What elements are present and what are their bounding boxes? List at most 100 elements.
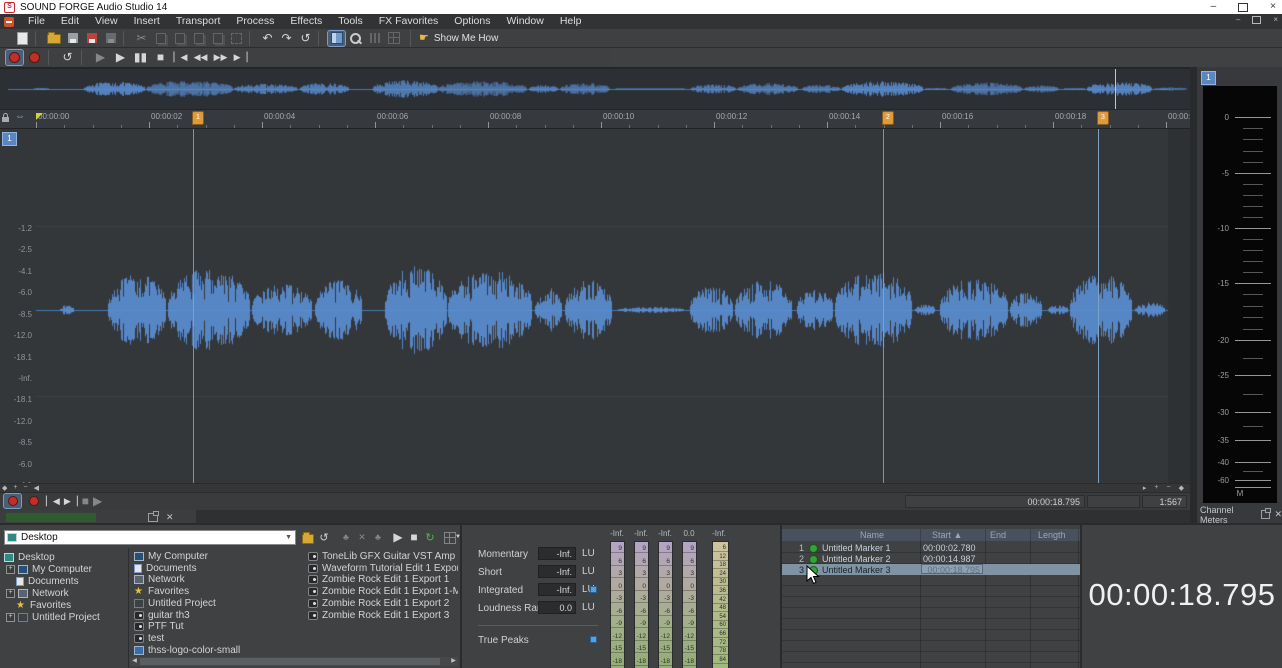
marker-line[interactable]: [193, 129, 194, 483]
tree-item-documents[interactable]: Documents: [6, 575, 79, 587]
menu-edit[interactable]: Edit: [53, 14, 87, 29]
copy-button[interactable]: [152, 31, 169, 46]
document-icon[interactable]: [4, 17, 14, 27]
menu-transport[interactable]: Transport: [168, 14, 229, 29]
tab-restore-icon[interactable]: [148, 513, 158, 522]
forward-button[interactable]: ▶▶: [212, 50, 229, 65]
play-all-button[interactable]: ▶: [92, 50, 109, 65]
zoom-out-button[interactable]: −: [1167, 484, 1171, 492]
zoom-tool-button[interactable]: [347, 31, 364, 46]
delete-button[interactable]: ✕: [354, 530, 370, 545]
loop-playback-button[interactable]: ↺: [59, 50, 76, 65]
meters-close-icon[interactable]: ✕: [1274, 509, 1282, 520]
mini-go-end-icon[interactable]: ▶▕: [64, 497, 78, 506]
mini-stop-icon[interactable]: ■: [82, 497, 89, 506]
auto-preview-button[interactable]: ↻: [422, 530, 438, 545]
menu-view[interactable]: View: [87, 14, 126, 29]
marker-start-edit[interactable]: 00:00:18.795: [921, 564, 983, 574]
folder-item-favorites[interactable]: ★Favorites: [134, 586, 189, 597]
close-button[interactable]: ×: [1270, 2, 1276, 12]
grid-button[interactable]: [385, 31, 402, 46]
marker-start[interactable]: 00:00:02.780: [923, 543, 983, 553]
selection-field[interactable]: [1087, 495, 1140, 508]
menu-options[interactable]: Options: [446, 14, 498, 29]
zoom-in-button[interactable]: +: [1154, 484, 1158, 492]
file-item-zombie-rock-edit-1-export-3[interactable]: Zombie Rock Edit 1 Export 3: [308, 610, 449, 621]
hscroll-right-icon[interactable]: ▶: [449, 657, 458, 666]
redo-button[interactable]: ↷: [278, 31, 295, 46]
expand-icon[interactable]: +: [6, 589, 15, 598]
column-header-start[interactable]: Start ▲: [932, 530, 962, 540]
marker-name[interactable]: Untitled Marker 2: [822, 554, 918, 564]
tree-item-untitled-project[interactable]: +Untitled Project: [6, 611, 100, 623]
tree-item-network[interactable]: +Network: [6, 587, 69, 599]
marker-start[interactable]: 00:00:14.987: [923, 554, 983, 564]
marker-dot-icon[interactable]: [809, 544, 818, 553]
playback-cursor-line[interactable]: [1098, 129, 1099, 483]
folder-item-test[interactable]: test: [134, 633, 164, 644]
file-item-zombie-rock-edit-1-export-1[interactable]: Zombie Rock Edit 1 Export 1: [308, 574, 449, 585]
paste-button[interactable]: [171, 31, 188, 46]
expand-icon[interactable]: +: [6, 613, 15, 622]
zoom-out-vert-button[interactable]: −: [23, 484, 27, 492]
open-button[interactable]: [45, 31, 62, 46]
mdi-restore-button[interactable]: [1252, 16, 1261, 24]
marker-flag-1[interactable]: 1: [192, 111, 204, 125]
trim-button[interactable]: [228, 31, 245, 46]
go-to-end-button[interactable]: ▶▕: [232, 50, 249, 65]
preview-play-button[interactable]: ▶: [390, 530, 406, 545]
file-item-waveform-tutorial-edit-1-export-1[interactable]: Waveform Tutorial Edit 1 Export 1: [308, 563, 458, 574]
scroll-right-button[interactable]: ▸: [1143, 484, 1147, 492]
repeat-button[interactable]: ↺: [297, 31, 314, 46]
path-combobox[interactable]: Desktop ▼: [4, 530, 296, 545]
folder-item-untitled-project[interactable]: Untitled Project: [134, 598, 216, 609]
undo-button[interactable]: ↶: [259, 31, 276, 46]
mini-go-start-icon[interactable]: ▏◀: [46, 497, 60, 506]
menu-file[interactable]: File: [20, 14, 53, 29]
save-as-button[interactable]: [83, 31, 100, 46]
menu-fx-favorites[interactable]: FX Favorites: [371, 14, 447, 29]
new-folder-button[interactable]: [300, 530, 316, 545]
show-me-how-button[interactable]: ☛ Show Me How: [410, 30, 506, 47]
mix-button[interactable]: [209, 31, 226, 46]
overview-cursor[interactable]: [1115, 69, 1116, 109]
rewind-button[interactable]: ◀◀: [192, 50, 209, 65]
tab-close-icon[interactable]: ✕: [166, 512, 174, 523]
marker-row-3[interactable]: 3Untitled Marker 300:00:18.795: [782, 564, 1080, 575]
hscroll-thumb[interactable]: [140, 658, 440, 665]
marker-line[interactable]: [883, 129, 884, 483]
file-item-tonelib-gfx-guitar-vst-amp-simulator[interactable]: ToneLib GFX Guitar VST Amp Simulator: [308, 551, 458, 562]
marker-row-1[interactable]: 1Untitled Marker 100:00:02.780: [782, 542, 1080, 553]
mini-record-button[interactable]: [25, 494, 42, 508]
scroll-left-button[interactable]: ◀: [34, 484, 39, 492]
mdi-close-button[interactable]: ×: [1273, 15, 1278, 24]
waveform-vscrollbar[interactable]: [1190, 67, 1197, 523]
tree-item-my-computer[interactable]: +My Computer: [6, 563, 92, 575]
waveform-display[interactable]: [0, 129, 1190, 483]
remove-favorite-button[interactable]: ♣: [370, 530, 386, 545]
new-file-button[interactable]: [14, 31, 31, 46]
paste-special-button[interactable]: [190, 31, 207, 46]
meters-popout-icon[interactable]: [1261, 510, 1270, 519]
restore-button[interactable]: [1238, 3, 1248, 12]
marker-name[interactable]: Untitled Marker 3: [822, 565, 918, 575]
folder-item-documents[interactable]: Documents: [134, 563, 197, 574]
zoom-selection-button[interactable]: ◆: [1179, 484, 1184, 492]
file-item-zombie-rock-edit-1-export-2[interactable]: Zombie Rock Edit 1 Export 2: [308, 598, 449, 609]
menu-window[interactable]: Window: [498, 14, 551, 29]
add-favorite-button[interactable]: ♣: [338, 530, 354, 545]
marker-flag-3[interactable]: 3: [1097, 111, 1109, 125]
mini-play-icon[interactable]: ▶: [93, 497, 102, 506]
cursor-position-field[interactable]: 00:00:18.795: [905, 495, 1085, 508]
marker-name[interactable]: Untitled Marker 1: [822, 543, 918, 553]
folder-item-thss-logo-color-small[interactable]: thss-logo-color-small: [134, 645, 240, 656]
stop-button[interactable]: ■: [152, 50, 169, 65]
folder-item-my-computer[interactable]: My Computer: [134, 551, 208, 562]
marker-row-2[interactable]: 2Untitled Marker 200:00:14.987: [782, 553, 1080, 564]
folder-item-network[interactable]: Network: [134, 574, 185, 585]
save-all-button[interactable]: [102, 31, 119, 46]
column-header-length[interactable]: Length: [1038, 530, 1066, 540]
tree-item-favorites[interactable]: ★Favorites: [6, 599, 71, 611]
mini-record-arm-button[interactable]: [4, 494, 21, 508]
expand-icon[interactable]: +: [6, 565, 15, 574]
